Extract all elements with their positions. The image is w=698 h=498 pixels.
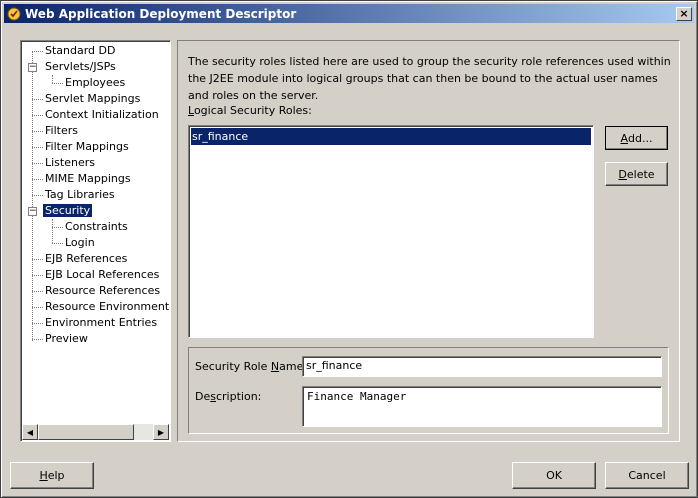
logical-security-roles-label: Logical Security Roles: bbox=[188, 104, 312, 117]
tree-item-environment-entries[interactable]: Environment Entries bbox=[43, 315, 159, 331]
description-label: Description: bbox=[195, 390, 262, 403]
tree-item-ejb-local-references[interactable]: EJB Local References bbox=[43, 267, 161, 283]
tree-item-preview[interactable]: Preview bbox=[43, 331, 90, 347]
collapse-security-icon[interactable]: − bbox=[28, 207, 37, 216]
tree-item-servlets-jsps[interactable]: Servlets/JSPs bbox=[43, 59, 118, 75]
cancel-button[interactable]: Cancel bbox=[605, 462, 689, 489]
tree-item-filter-mappings[interactable]: Filter Mappings bbox=[43, 139, 131, 155]
tree-item-filters[interactable]: Filters bbox=[43, 123, 80, 139]
title-bar[interactable]: Web Application Deployment Descriptor × bbox=[4, 4, 694, 23]
scroll-right-icon[interactable]: ▶ bbox=[153, 424, 169, 440]
role-details-group: Security Role Name: sr_finance Descripti… bbox=[188, 347, 669, 434]
tree-item-resource-references[interactable]: Resource References bbox=[43, 283, 162, 299]
dialog-window: Web Application Deployment Descriptor × … bbox=[0, 0, 698, 498]
tree-item-standard-dd[interactable]: Standard DD bbox=[43, 43, 117, 59]
tree-item-listeners[interactable]: Listeners bbox=[43, 155, 97, 171]
tree-item-login[interactable]: Login bbox=[63, 235, 97, 251]
window-title: Web Application Deployment Descriptor bbox=[25, 6, 297, 21]
delete-role-button[interactable]: Delete bbox=[605, 162, 668, 186]
tree-item-employees[interactable]: Employees bbox=[63, 75, 127, 91]
security-description-text: The security roles listed here are used … bbox=[188, 55, 671, 102]
list-item[interactable]: sr_finance bbox=[191, 128, 591, 145]
app-icon bbox=[6, 6, 22, 22]
tree-horizontal-scrollbar[interactable]: ◀ ▶ bbox=[22, 424, 169, 440]
collapse-servlets-icon[interactable]: − bbox=[28, 63, 37, 72]
help-button[interactable]: Help bbox=[10, 462, 94, 489]
tree-item-security[interactable]: Security bbox=[43, 203, 93, 219]
scroll-track[interactable] bbox=[38, 424, 153, 440]
tree-item-mime-mappings[interactable]: MIME Mappings bbox=[43, 171, 133, 187]
scroll-thumb[interactable] bbox=[38, 424, 134, 440]
tree-item-resource-environment-references[interactable]: Resource Environment Re bbox=[43, 299, 170, 315]
ok-button[interactable]: OK bbox=[512, 462, 596, 489]
security-roles-list[interactable]: sr_finance bbox=[188, 125, 594, 338]
add-role-button[interactable]: Add... bbox=[605, 126, 668, 150]
tree-item-context-initialization[interactable]: Context Initialization bbox=[43, 107, 161, 123]
scroll-left-icon[interactable]: ◀ bbox=[22, 424, 38, 440]
tree-item-tag-libraries[interactable]: Tag Libraries bbox=[43, 187, 117, 203]
security-role-name-input[interactable]: sr_finance bbox=[302, 356, 662, 377]
tree-item-ejb-references[interactable]: EJB References bbox=[43, 251, 129, 267]
security-panel: The security roles listed here are used … bbox=[177, 40, 680, 442]
description-textarea[interactable]: Finance Manager bbox=[302, 386, 662, 427]
tree-item-servlet-mappings[interactable]: Servlet Mappings bbox=[43, 91, 142, 107]
close-icon[interactable]: × bbox=[676, 6, 692, 21]
tree-item-constraints[interactable]: Constraints bbox=[63, 219, 130, 235]
navigation-tree[interactable]: − − Standard DD Servlets/JSPs Employees … bbox=[20, 40, 171, 442]
security-role-name-label: Security Role Name: bbox=[195, 360, 308, 373]
